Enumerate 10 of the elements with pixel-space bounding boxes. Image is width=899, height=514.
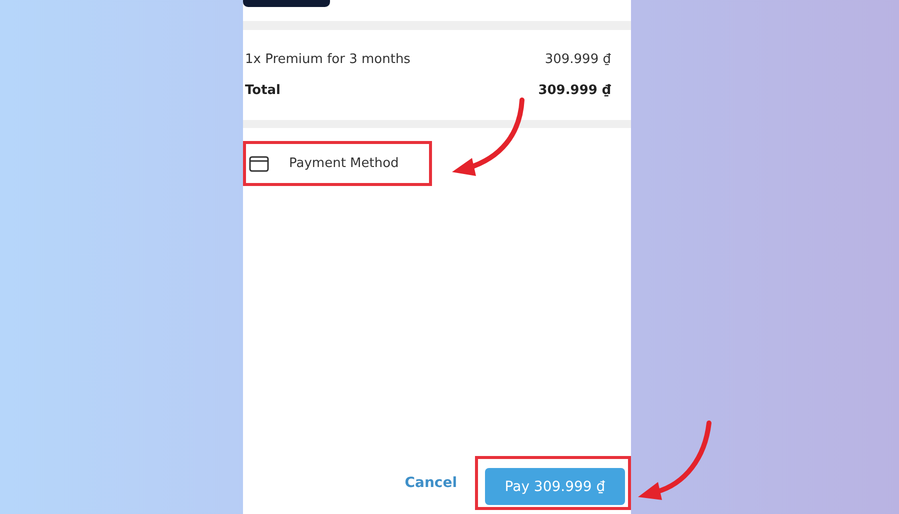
item-price: 309.999 ₫ (544, 52, 611, 67)
dark-button[interactable] (243, 0, 330, 7)
cancel-button[interactable]: Cancel (404, 475, 457, 491)
card-icon (249, 156, 269, 172)
pay-button[interactable]: Pay 309.999 ₫ (485, 468, 625, 505)
total-label: Total (245, 83, 281, 98)
item-name: 1x Premium for 3 months (245, 52, 410, 67)
total-amount: 309.999 ₫ (538, 83, 611, 98)
payment-method-label: Payment Method (289, 156, 399, 171)
payment-method-option[interactable]: Payment Method (243, 141, 432, 186)
